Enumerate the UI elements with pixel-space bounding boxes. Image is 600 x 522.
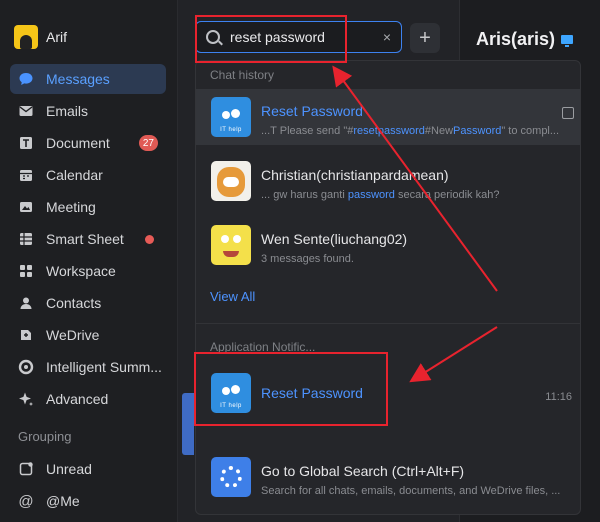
annotation-arrow-up (332, 65, 498, 292)
annotation-arrows (332, 65, 498, 383)
annotation-arrow-down (409, 326, 498, 383)
